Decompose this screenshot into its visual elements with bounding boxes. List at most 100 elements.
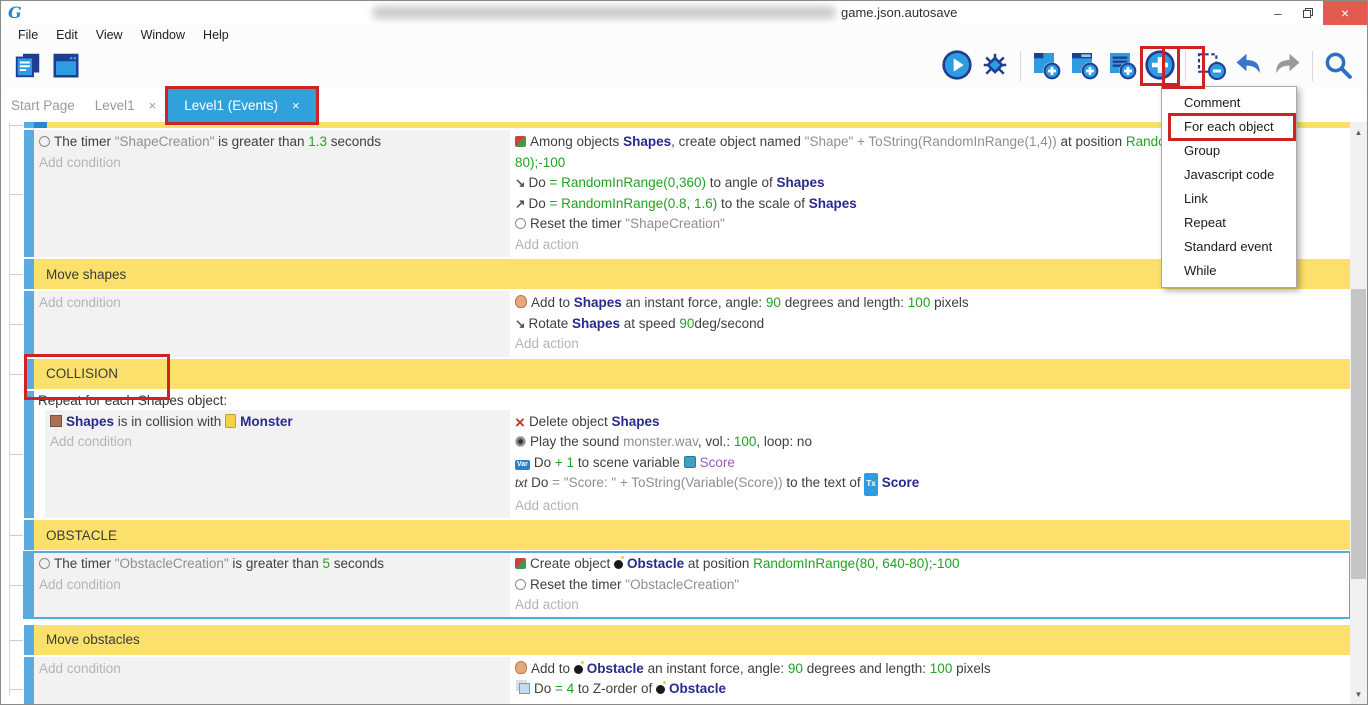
condition-line[interactable]: The timer "ObstacleCreation" is greater … [39,554,504,575]
comment-row: Move obstacles [24,625,1350,655]
close-button[interactable]: × [1323,1,1367,25]
tab-start-page[interactable]: Start Page [11,89,75,122]
play-button[interactable] [940,49,974,83]
action-line[interactable]: ↘Rotate Shapes at speed 90deg/second [515,314,1315,335]
minimize-button[interactable]: – [1263,1,1293,25]
event-handle-bar[interactable] [24,552,34,618]
event-handle-bar[interactable] [24,625,34,655]
zorder-icon [519,683,530,694]
event-handle-bar[interactable] [24,520,34,550]
text: an instant force, angle: [622,295,766,310]
menu-window[interactable]: Window [132,28,194,42]
add-subevent-button[interactable] [1067,49,1101,83]
conditions-cell[interactable]: Add condition [34,657,510,705]
comment-text[interactable]: Move shapes [34,259,1350,289]
menu-item-repeat[interactable]: Repeat [1162,211,1296,235]
scene-editor-button[interactable] [49,49,83,83]
force-icon [515,295,527,308]
event-handle-bar[interactable] [24,657,34,705]
menu-help[interactable]: Help [194,28,238,42]
text: Reset the timer [530,216,625,231]
search-button[interactable] [1321,49,1355,83]
event-handle-bar[interactable] [24,122,34,128]
menu-item-comment[interactable]: Comment [1162,91,1296,115]
conditions-cell[interactable]: Add condition [34,291,510,357]
close-icon[interactable]: × [149,98,157,113]
action-line[interactable]: Play the sound monster.wav, vol.: 100, l… [515,432,1315,453]
text: Add to [531,661,574,676]
scroll-down-arrow[interactable]: ▼ [1350,686,1367,702]
condition-line[interactable]: The timer "ShapeCreation" is greater tha… [39,132,504,153]
remove-event-button[interactable] [1194,49,1228,83]
action-line[interactable]: Add to Obstacle an instant force, angle:… [515,659,1315,680]
add-condition-placeholder[interactable]: Add condition [39,575,504,596]
add-comment-button[interactable] [1105,49,1139,83]
menu-edit[interactable]: Edit [47,28,87,42]
conditions-cell[interactable]: Shapes is in collision with MonsterAdd c… [45,410,510,519]
comment-text[interactable]: COLLISION [34,359,1350,389]
event-row: The timer "ObstacleCreation" is greater … [24,552,1350,618]
debug-button[interactable] [978,49,1012,83]
scroll-up-arrow[interactable]: ▲ [1350,124,1367,140]
value: + 1 [555,455,574,470]
add-condition-placeholder[interactable]: Add condition [39,659,504,680]
menu-item-link[interactable]: Link [1162,187,1296,211]
add-condition-placeholder[interactable]: Add condition [50,432,504,453]
menu-file[interactable]: File [9,28,47,42]
add-event-button[interactable] [1029,49,1063,83]
actions-cell[interactable]: ×Delete object ShapesPlay the sound mons… [510,410,1350,519]
delete-icon: × [515,416,525,429]
add-action-placeholder[interactable]: Add action [515,700,1315,705]
restore-button[interactable] [1293,1,1323,25]
action-line[interactable]: Create object Obstacle at position Rando… [515,554,1315,575]
search-icon [1323,50,1353,83]
comment-text[interactable]: Move obstacles [34,625,1350,655]
project-manager-button[interactable] [11,49,45,83]
menu-item-standard-event[interactable]: Standard event [1162,235,1296,259]
value: = RandomInRange(0.8, 1.6) [550,196,718,211]
conditions-cell[interactable]: The timer "ObstacleCreation" is greater … [34,552,510,618]
close-icon[interactable]: × [292,98,300,113]
foreach-body: Repeat for each Shapes object:Shapes is … [34,391,1350,519]
action-line[interactable]: Reset the timer "ObstacleCreation" [515,575,1315,596]
event-handle-bar[interactable] [24,391,34,519]
tab-level1[interactable]: Level1× [95,89,156,122]
event-handle-bar[interactable] [24,130,34,257]
text: Play the sound [530,434,623,449]
add-special-event-button[interactable] [1143,49,1177,83]
menu-item-while[interactable]: While [1162,259,1296,283]
add-condition-placeholder[interactable]: Add condition [39,293,504,314]
menu-item-javascript-code[interactable]: Javascript code [1162,163,1296,187]
add-action-placeholder[interactable]: Add action [515,334,1315,355]
tab-level1-events[interactable]: Level1 (Events)× [168,89,315,122]
undo-button[interactable] [1232,49,1266,83]
text: to the scale of [717,196,809,211]
toolbar-right-group [938,49,1357,83]
actions-cell[interactable]: Add to Shapes an instant force, angle: 9… [510,291,1350,357]
menu-item-group[interactable]: Group [1162,139,1296,163]
add-action-placeholder[interactable]: Add action [515,496,1315,517]
event-handle-bar[interactable] [24,259,34,289]
menu-view[interactable]: View [87,28,132,42]
scrollbar-track[interactable]: ▲ ▼ [1350,122,1367,704]
action-line[interactable]: Add to Shapes an instant force, angle: 9… [515,293,1315,314]
redo-button[interactable] [1270,49,1304,83]
event-handle-bar[interactable] [24,291,34,357]
action-line[interactable]: Do = 4 to Z-order of Obstacle [515,679,1315,700]
conditions-cell[interactable]: The timer "ShapeCreation" is greater tha… [34,130,510,257]
gutter-rail [9,122,10,696]
action-line[interactable]: VarDo + 1 to scene variable Score [515,453,1315,474]
comment-text[interactable]: OBSTACLE [34,520,1350,550]
add-condition-placeholder[interactable]: Add condition [39,153,504,174]
action-line[interactable]: ×Delete object Shapes [515,412,1315,433]
actions-cell[interactable]: Add to Obstacle an instant force, angle:… [510,657,1350,705]
add-action-placeholder[interactable]: Add action [515,595,1315,616]
action-line[interactable]: txtDo = "Score: " + ToString(Variable(Sc… [515,473,1315,496]
window-controls: – × [1263,1,1367,25]
menu-item-for-each-object[interactable]: For each object [1170,115,1294,139]
scrollbar-thumb[interactable] [1351,289,1366,579]
foreach-header[interactable]: Repeat for each Shapes object: [34,391,1350,410]
actions-cell[interactable]: Create object Obstacle at position Rando… [510,552,1350,618]
variable-icon: Var [515,460,530,470]
condition-line[interactable]: Shapes is in collision with Monster [50,412,504,433]
